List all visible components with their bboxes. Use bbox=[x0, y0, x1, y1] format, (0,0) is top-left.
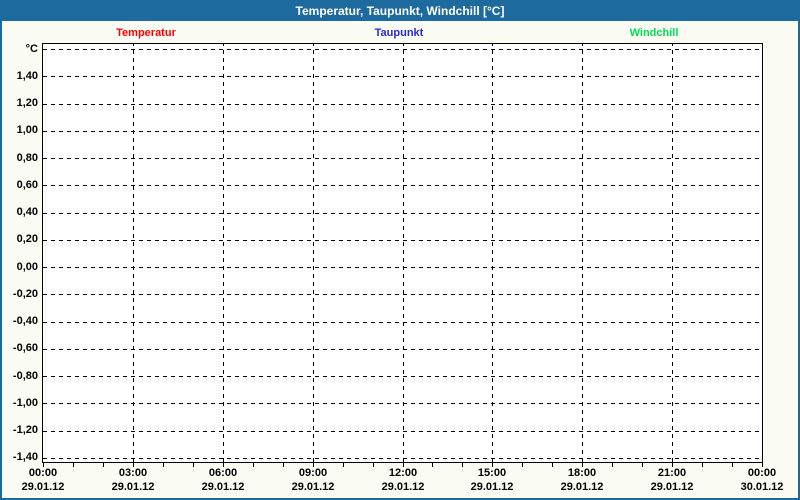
y-axis-label: 1,20 bbox=[16, 97, 38, 109]
x-axis-time-label: 15:00 bbox=[477, 467, 507, 479]
y-axis-label: -0,60 bbox=[12, 342, 38, 354]
x-axis-date-label: 30.01.12 bbox=[740, 481, 784, 493]
x-axis-time-label: 03:00 bbox=[118, 467, 148, 479]
v-gridline bbox=[312, 44, 314, 462]
x-axis-time-label: 12:00 bbox=[388, 467, 418, 479]
y-axis-label: 0,60 bbox=[16, 179, 38, 191]
legend-item-temperatur: Temperatur bbox=[116, 27, 176, 39]
legend-item-windchill: Windchill bbox=[629, 27, 679, 39]
v-gridline bbox=[222, 44, 224, 462]
chart-legend: Temperatur Taupunkt Windchill bbox=[2, 27, 798, 41]
y-axis-label: -0,80 bbox=[12, 370, 38, 382]
y-axis-unit-label: °C bbox=[25, 43, 38, 55]
x-axis-time-label: 06:00 bbox=[208, 467, 238, 479]
x-axis-date-label: 29.01.12 bbox=[291, 481, 335, 493]
x-axis-time-label: 21:00 bbox=[657, 467, 687, 479]
x-axis-date-label: 29.01.12 bbox=[111, 481, 155, 493]
x-axis-date-label: 29.01.12 bbox=[201, 481, 245, 493]
x-axis-date-label: 29.01.12 bbox=[650, 481, 694, 493]
y-axis-label: 0,40 bbox=[16, 206, 38, 218]
y-axis-label: 0,20 bbox=[16, 233, 38, 245]
y-axis-label: -1,40 bbox=[12, 451, 38, 463]
y-axis-label: 0,00 bbox=[16, 261, 38, 273]
chart-window: Temperatur, Taupunkt, Windchill [°C] Tem… bbox=[0, 0, 800, 500]
x-axis-date-label: 29.01.12 bbox=[470, 481, 514, 493]
chart-title: Temperatur, Taupunkt, Windchill [°C] bbox=[295, 4, 505, 18]
y-axis-label: -0,40 bbox=[12, 315, 38, 327]
y-axis-label: 0,80 bbox=[16, 152, 38, 164]
y-axis-label: 1,40 bbox=[16, 70, 38, 82]
x-axis-date-label: 29.01.12 bbox=[381, 481, 425, 493]
chart-title-bar: Temperatur, Taupunkt, Windchill [°C] bbox=[2, 2, 798, 21]
x-axis-time-label: 09:00 bbox=[298, 467, 328, 479]
x-axis-time-label: 00:00 bbox=[28, 467, 58, 479]
legend-item-taupunkt: Taupunkt bbox=[374, 27, 424, 39]
v-gridline bbox=[582, 44, 584, 462]
v-gridline bbox=[132, 44, 134, 462]
plot-area bbox=[42, 43, 763, 463]
x-axis-time-label: 00:00 bbox=[747, 467, 777, 479]
v-gridline bbox=[492, 44, 494, 462]
y-axis-label: -1,20 bbox=[12, 424, 38, 436]
x-axis-time-label: 18:00 bbox=[567, 467, 597, 479]
y-axis-label: -0,20 bbox=[12, 288, 38, 300]
v-gridline bbox=[672, 44, 674, 462]
v-gridline bbox=[402, 44, 404, 462]
y-axis-label: 1,00 bbox=[16, 124, 38, 136]
x-axis-date-label: 29.01.12 bbox=[21, 481, 65, 493]
y-axis-label: -1,00 bbox=[12, 397, 38, 409]
x-axis-date-label: 29.01.12 bbox=[560, 481, 604, 493]
